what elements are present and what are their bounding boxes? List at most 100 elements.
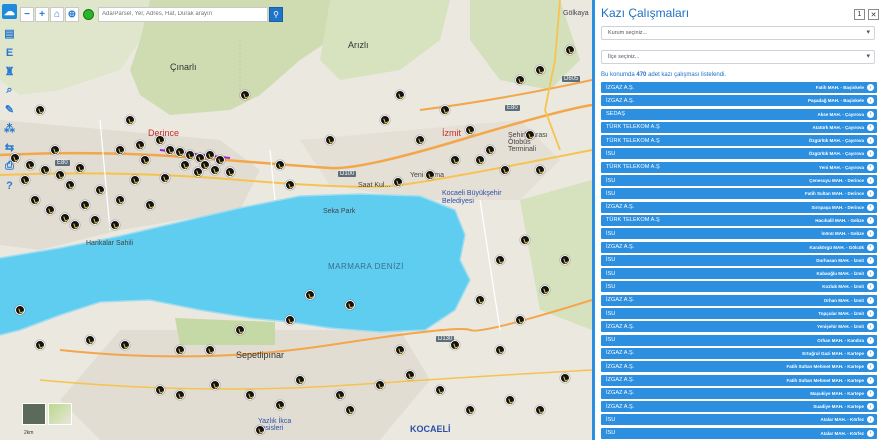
terrain-basemap-thumb[interactable] — [48, 403, 72, 425]
arrow-right-icon[interactable]: › — [867, 163, 874, 171]
arrow-right-icon[interactable]: › — [867, 310, 874, 318]
arrow-right-icon[interactable]: › — [867, 177, 874, 185]
excavation-marker-icon[interactable] — [515, 75, 525, 85]
arrow-right-icon[interactable]: › — [867, 84, 874, 91]
arrow-right-icon[interactable]: › — [867, 336, 874, 344]
home-button[interactable]: ⌂ — [50, 6, 64, 22]
arrow-right-icon[interactable]: › — [867, 429, 874, 437]
excavation-marker-icon[interactable] — [60, 213, 70, 223]
list-item[interactable]: İZGAZ A.Ş. Orhan MAH. - İzmit › — [601, 294, 877, 306]
arrow-right-icon[interactable]: › — [867, 349, 874, 357]
print-icon[interactable]: ⎙ — [2, 159, 17, 174]
excavation-marker-icon[interactable] — [465, 125, 475, 135]
arrow-right-icon[interactable]: › — [867, 270, 874, 278]
list-item[interactable]: İSU Çenesuyu MAH. - Derince › — [601, 175, 877, 187]
list-item[interactable]: İZGAZ A.Ş. Fatih MAH. - Başiskele › — [601, 82, 877, 93]
map-view[interactable]: Çınarlı Arızlı Derince İzmit Gölkaya MAR… — [0, 0, 592, 440]
excavation-marker-icon[interactable] — [500, 165, 510, 175]
excavation-marker-icon[interactable] — [115, 145, 125, 155]
close-button[interactable]: ✕ — [868, 9, 879, 20]
excavation-marker-icon[interactable] — [475, 155, 485, 165]
list-item[interactable]: İSU İnönü MAH. - Gebze › — [601, 228, 877, 240]
list-item[interactable]: TÜRK TELEKOM A.Ş Özgürlük MAH. - Çayırova… — [601, 135, 877, 147]
excavation-marker-icon[interactable] — [380, 115, 390, 125]
arrow-right-icon[interactable]: › — [867, 323, 874, 331]
arrow-right-icon[interactable]: › — [867, 403, 874, 411]
list-item[interactable]: İZGAZ A.Ş. Maşukiye MAH. - Kartepe › — [601, 387, 877, 399]
list-item[interactable]: İSU Kozluk MAH. - İzmit › — [601, 281, 877, 293]
list-item[interactable]: İZGAZ A.Ş. Paşadağ MAH. - Başiskele › — [601, 95, 877, 107]
arrow-right-icon[interactable]: › — [867, 416, 874, 424]
arrow-right-icon[interactable]: › — [867, 243, 874, 251]
excavation-marker-icon[interactable] — [475, 295, 485, 305]
excavation-marker-icon[interactable] — [165, 145, 175, 155]
list-item[interactable]: İSU Atalar MAH. - Körfez › — [601, 427, 877, 439]
excavation-marker-icon[interactable] — [95, 185, 105, 195]
excavation-marker-icon[interactable] — [45, 205, 55, 215]
excavation-marker-icon[interactable] — [450, 340, 460, 350]
excavation-marker-icon[interactable] — [450, 155, 460, 165]
excavation-marker-icon[interactable] — [235, 325, 245, 335]
excavation-marker-icon[interactable] — [565, 45, 575, 55]
arrow-right-icon[interactable]: › — [867, 123, 874, 131]
help-icon[interactable]: ? — [2, 178, 17, 193]
excavation-marker-icon[interactable] — [15, 305, 25, 315]
excavation-marker-icon[interactable] — [175, 147, 185, 157]
excavation-marker-icon[interactable] — [520, 235, 530, 245]
excavation-marker-icon[interactable] — [25, 160, 35, 170]
excavation-marker-icon[interactable] — [205, 150, 215, 160]
excavation-marker-icon[interactable] — [275, 160, 285, 170]
arrow-right-icon[interactable]: › — [867, 216, 874, 224]
excavation-marker-icon[interactable] — [240, 90, 250, 100]
excavation-marker-icon[interactable] — [175, 390, 185, 400]
draw-icon[interactable]: ✎ — [2, 102, 17, 117]
zoom-in-button[interactable]: + — [35, 6, 49, 22]
excavation-marker-icon[interactable] — [65, 180, 75, 190]
excavation-marker-icon[interactable] — [540, 285, 550, 295]
excavation-marker-icon[interactable] — [90, 215, 100, 225]
excavation-marker-icon[interactable] — [505, 395, 515, 405]
measure-icon[interactable]: ⌕ — [2, 83, 17, 98]
excavation-marker-icon[interactable] — [295, 375, 305, 385]
arrow-right-icon[interactable]: › — [867, 190, 874, 198]
excavation-marker-icon[interactable] — [535, 405, 545, 415]
excavation-marker-icon[interactable] — [145, 200, 155, 210]
excavation-marker-icon[interactable] — [305, 290, 315, 300]
arrow-right-icon[interactable]: › — [867, 389, 874, 397]
arrow-right-icon[interactable]: › — [867, 203, 874, 211]
excavation-marker-icon[interactable] — [110, 220, 120, 230]
excavation-marker-icon[interactable] — [35, 340, 45, 350]
excavation-marker-icon[interactable] — [495, 255, 505, 265]
excavation-marker-icon[interactable] — [395, 345, 405, 355]
person-icon[interactable]: ♜ — [2, 64, 17, 79]
zoom-out-button[interactable]: − — [20, 6, 34, 22]
list-item[interactable]: İSU Kabaoğlu MAH. - İzmit › — [601, 268, 877, 280]
excavation-marker-icon[interactable] — [465, 405, 475, 415]
list-item[interactable]: İSU Durhasan MAH. - İzmit › — [601, 254, 877, 266]
excavation-marker-icon[interactable] — [155, 385, 165, 395]
arrow-right-icon[interactable]: › — [867, 110, 874, 118]
excavation-marker-icon[interactable] — [345, 300, 355, 310]
excavation-marker-icon[interactable] — [75, 163, 85, 173]
excavation-marker-icon[interactable] — [245, 390, 255, 400]
excavation-marker-icon[interactable] — [425, 170, 435, 180]
list-item[interactable]: İZGAZ A.Ş. Ertuğrul Gazi MAH. - Kartepe › — [601, 347, 877, 359]
excavation-marker-icon[interactable] — [193, 167, 203, 177]
excavation-marker-icon[interactable] — [180, 160, 190, 170]
arrow-right-icon[interactable]: › — [867, 137, 874, 145]
excavation-marker-icon[interactable] — [125, 115, 135, 125]
excavation-marker-icon[interactable] — [225, 167, 235, 177]
excavation-marker-icon[interactable] — [210, 165, 220, 175]
excavation-marker-icon[interactable] — [215, 155, 225, 165]
list-item[interactable]: TÜRK TELEKOM A.Ş Hacıhalil MAH. - Gebze › — [601, 214, 877, 226]
arrow-right-icon[interactable]: › — [867, 256, 874, 264]
excavation-marker-icon[interactable] — [155, 135, 165, 145]
list-item[interactable]: İZGAZ A.Ş. Fatih Sultan Mehmet MAH. - Kar… — [601, 374, 877, 386]
excavation-marker-icon[interactable] — [70, 220, 80, 230]
satellite-basemap-thumb[interactable] — [22, 403, 46, 425]
excavation-marker-icon[interactable] — [485, 145, 495, 155]
list-item[interactable]: İZGAZ A.Ş. Fatih Sultan Mehmet MAH. - Kar… — [601, 361, 877, 373]
list-item[interactable]: İSU Atalar MAH. - Körfez › — [601, 414, 877, 426]
excavation-marker-icon[interactable] — [405, 370, 415, 380]
arrow-right-icon[interactable]: › — [867, 376, 874, 384]
